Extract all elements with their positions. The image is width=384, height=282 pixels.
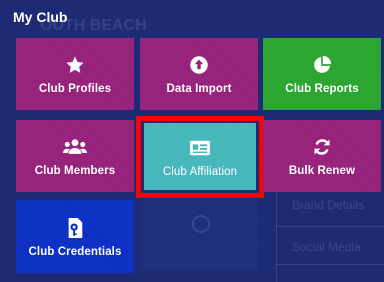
tile-club-reports[interactable]: Club Reports (263, 38, 381, 110)
tile-data-import[interactable]: Data Import (140, 38, 258, 110)
key-document-icon (65, 216, 85, 240)
placeholder-icon (192, 215, 210, 233)
background-divider (276, 226, 384, 227)
sync-icon (312, 135, 332, 159)
tile-label: Data Import (166, 83, 232, 95)
tile-club-profiles[interactable]: Club Profiles (16, 38, 134, 110)
background-item-brand-details: Brand Details (292, 198, 365, 212)
background-divider (276, 190, 277, 282)
menu-title: My Club (13, 9, 68, 25)
users-icon (63, 135, 87, 159)
background-item-social-media: Social Media (292, 240, 361, 254)
pie-chart-icon (312, 53, 332, 77)
tile-bulk-renew[interactable]: Bulk Renew (263, 120, 381, 192)
background-divider (276, 264, 384, 265)
upload-circle-icon (189, 53, 209, 77)
tile-label: Bulk Renew (288, 165, 356, 177)
tile-label: Club Reports (285, 83, 359, 95)
tile-label: Club Members (34, 165, 116, 177)
tile-club-members[interactable]: Club Members (16, 120, 134, 192)
tile-club-credentials[interactable]: Club Credentials (16, 200, 134, 273)
highlight-box (136, 116, 264, 198)
star-icon (65, 53, 85, 77)
tile-label: Club Credentials (28, 245, 122, 258)
empty-tile-slot (140, 197, 258, 271)
tile-label: Club Profiles (38, 83, 112, 95)
